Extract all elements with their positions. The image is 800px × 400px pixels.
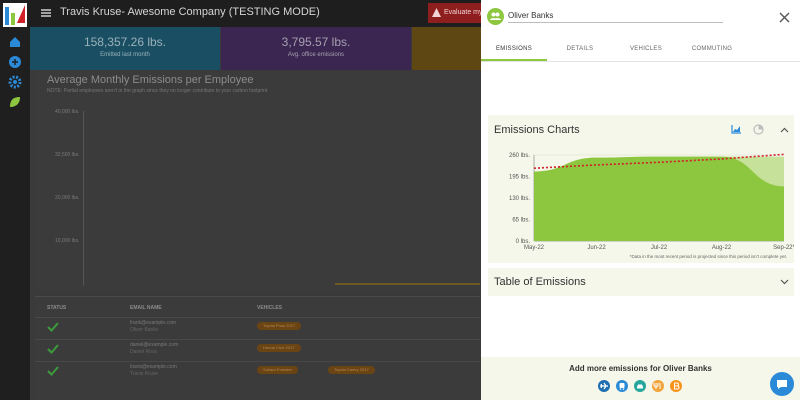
tab-emissions[interactable]: EMISSIONS xyxy=(481,46,547,52)
x-tick-label: Jul-22 xyxy=(651,245,668,251)
x-tick-label: Aug-22 xyxy=(712,245,732,251)
transit-icon[interactable] xyxy=(616,380,628,392)
background-chart: Average Monthly Emissions per Employee N… xyxy=(35,71,480,291)
y-tick: 40,000 lbs. xyxy=(55,109,80,115)
active-tab-indicator xyxy=(481,59,547,61)
y-tick-label: 65 lbs. xyxy=(512,218,530,224)
x-tick-label: May-22 xyxy=(524,245,545,251)
table-row[interactable]: daniel@example.com Daniel Ross Honda Civ… xyxy=(35,339,480,361)
add-emissions-text: Add more emissions for Oliver Banks xyxy=(569,364,712,373)
left-rail xyxy=(0,0,30,400)
chat-bubble-icon xyxy=(777,380,787,389)
chevron-down-icon[interactable] xyxy=(780,279,789,285)
app-title: Travis Kruse- Awesome Company (TESTING M… xyxy=(60,6,320,18)
stat-card-third xyxy=(412,27,481,70)
employee-table: STATUS EMAIL NAME VEHICLES frank@example… xyxy=(35,296,480,400)
column-header-status: STATUS xyxy=(47,305,67,311)
y-tick-label: 130 lbs. xyxy=(509,196,530,202)
check-icon xyxy=(47,322,59,332)
y-tick-label: 195 lbs. xyxy=(509,175,530,181)
home-icon[interactable] xyxy=(8,35,22,49)
employee-drawer: Oliver Banks EMISSIONS DETAILS VEHICLES … xyxy=(481,0,800,400)
background-chart-subtitle: NOTE: Partial employees aren't in the gr… xyxy=(47,88,268,94)
table-of-emissions-title: Table of Emissions xyxy=(494,276,586,288)
leaf-icon[interactable] xyxy=(8,95,22,109)
vehicle-chip[interactable]: Subaru Forester xyxy=(257,366,298,374)
employee-name-field[interactable]: Oliver Banks xyxy=(508,8,723,23)
chart-footnote: *Data in the most recent period is proje… xyxy=(630,254,787,259)
stat-value: 158,357.26 lbs. xyxy=(83,35,167,49)
check-icon xyxy=(47,366,59,376)
table-of-emissions-panel[interactable]: Table of Emissions xyxy=(488,268,794,296)
x-tick-label: Jun-22 xyxy=(587,245,606,251)
add-emissions-footer: Add more emissions for Oliver Banks xyxy=(481,357,800,400)
row-name: Travis Kruse xyxy=(130,371,158,377)
row-name: Oliver Banks xyxy=(130,327,159,333)
tab-commuting[interactable]: COMMUTING xyxy=(679,46,745,52)
tab-details[interactable]: DETAILS xyxy=(547,46,613,52)
area-chart-icon[interactable] xyxy=(731,124,742,134)
hamburger-menu-icon[interactable] xyxy=(40,7,52,19)
gear-icon[interactable] xyxy=(8,75,22,89)
add-circle-icon[interactable] xyxy=(8,55,22,69)
column-header-email: EMAIL NAME xyxy=(130,305,162,311)
background-chart-title: Average Monthly Emissions per Employee xyxy=(47,74,254,86)
car-icon[interactable] xyxy=(634,380,646,392)
chevron-up-icon[interactable] xyxy=(780,127,789,133)
y-tick-label: 260 lbs. xyxy=(509,153,530,159)
bitcoin-icon[interactable] xyxy=(670,380,682,392)
y-axis xyxy=(83,111,84,286)
stat-label: Avg. office emissions xyxy=(287,52,345,58)
vehicle-chip[interactable]: Honda Civic 2017 xyxy=(257,344,301,352)
check-icon xyxy=(47,344,59,354)
alert-button[interactable]: Evaluate my... xyxy=(428,3,488,23)
avatar xyxy=(487,8,504,25)
drawer-tabs: EMISSIONS DETAILS VEHICLES COMMUTING xyxy=(481,40,800,62)
plane-icon[interactable] xyxy=(598,380,610,392)
people-icon xyxy=(490,12,501,20)
y-tick: 20,000 lbs. xyxy=(55,195,80,201)
stat-card-office: 3,795.57 lbs. Avg. office emissions xyxy=(221,27,411,70)
stat-value: 3,795.57 lbs. xyxy=(281,35,351,49)
x-tick-label: Sep-22* xyxy=(773,245,794,251)
chart-line xyxy=(335,283,480,285)
warning-icon xyxy=(432,8,441,17)
food-icon[interactable] xyxy=(652,380,664,392)
column-header-vehicles: VEHICLES xyxy=(257,305,283,311)
vehicle-chip[interactable]: Toyota Prius 2017 xyxy=(257,322,302,330)
vehicle-chip[interactable]: Toyota Camry 2017 xyxy=(328,366,375,374)
y-tick: 10,000 lbs. xyxy=(55,238,80,244)
table-row[interactable]: frank@example.com Oliver Banks Toyota Pr… xyxy=(35,317,480,339)
row-email: travis@example.com xyxy=(130,364,177,370)
row-email: daniel@example.com xyxy=(130,342,179,348)
stat-label: Emitted last month xyxy=(100,52,150,58)
y-tick: 32,500 lbs. xyxy=(55,152,80,158)
table-row[interactable]: travis@example.com Travis Kruse Subaru F… xyxy=(35,361,480,383)
row-email: frank@example.com xyxy=(130,320,176,326)
stat-card-emitted: 158,357.26 lbs. Emitted last month xyxy=(30,27,220,70)
close-icon[interactable] xyxy=(779,12,790,23)
tab-vehicles[interactable]: VEHICLES xyxy=(613,46,679,52)
app-logo-icon[interactable] xyxy=(3,3,27,27)
pie-chart-icon[interactable] xyxy=(753,124,764,135)
emissions-charts-panel: Emissions Charts 0 lbs. 65 lbs. 130 lbs. 19… xyxy=(488,115,794,263)
emissions-charts-title: Emissions Charts xyxy=(494,124,580,136)
emissions-chart: 0 lbs.65 lbs.130 lbs.195 lbs.260 lbs.May… xyxy=(509,153,794,259)
row-name: Daniel Ross xyxy=(130,349,157,355)
emissions-area xyxy=(534,156,784,241)
chat-button[interactable] xyxy=(770,372,794,396)
